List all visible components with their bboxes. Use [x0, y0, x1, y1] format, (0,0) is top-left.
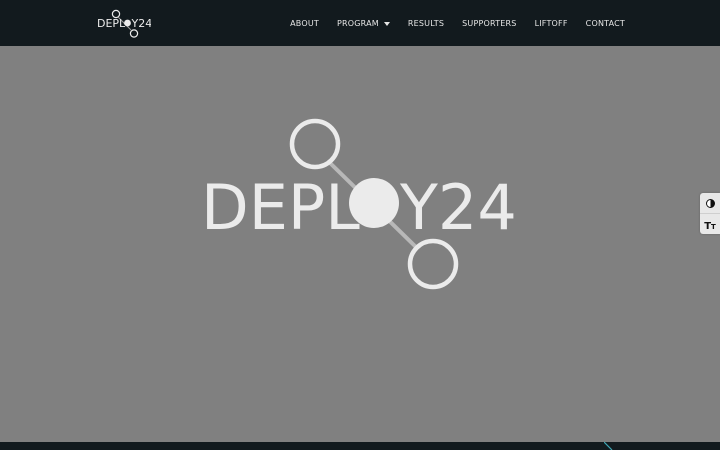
hero-logo-text: DEPL — [201, 171, 360, 244]
site-header: DEPL Y24 ABOUT PROGRAM RESULTS SUPPORTER… — [0, 0, 720, 46]
nav-item-label: SUPPORTERS — [462, 18, 517, 28]
nav-item-label: LIFTOFF — [534, 18, 568, 28]
nav-item-results[interactable]: RESULTS — [399, 19, 453, 28]
nav-item-about[interactable]: ABOUT — [281, 19, 328, 28]
nav-item-supporters[interactable]: SUPPORTERS — [453, 19, 525, 28]
brand-logo-text: DEPL — [97, 17, 126, 30]
contrast-icon — [705, 198, 715, 208]
decorative-line — [604, 442, 613, 450]
contrast-toggle-button[interactable] — [700, 193, 720, 213]
svg-text:Y24: Y24 — [131, 17, 152, 30]
nav-item-label: PROGRAM — [336, 18, 379, 28]
main-nav: ABOUT PROGRAM RESULTS SUPPORTERS LIFTOFF… — [281, 0, 634, 46]
nav-item-label: ABOUT — [290, 18, 319, 28]
text-size-button[interactable]: TT — [700, 213, 720, 234]
svg-text:Y24: Y24 — [399, 171, 517, 244]
hero-logo: DEPL Y24 — [195, 116, 525, 291]
page: DEPL Y24 ABOUT PROGRAM RESULTS SUPPORTER… — [0, 0, 720, 450]
accessibility-toolbar: TT — [700, 193, 720, 234]
hero-section: DEPL Y24 — [0, 46, 720, 442]
nav-item-label: RESULTS — [407, 18, 445, 28]
brand-logo[interactable]: DEPL Y24 — [97, 8, 151, 38]
nav-item-liftoff[interactable]: LIFTOFF — [526, 19, 577, 28]
text-size-icon: TT — [704, 221, 716, 232]
caret-down-icon — [383, 21, 390, 26]
nav-item-label: CONTACT — [585, 18, 625, 28]
nav-item-contact[interactable]: CONTACT — [577, 19, 634, 28]
brand-logo-mark: DEPL Y24 — [97, 9, 152, 38]
hero-logo-mark: DEPL Y24 — [201, 118, 517, 290]
nav-item-program[interactable]: PROGRAM — [328, 19, 399, 28]
